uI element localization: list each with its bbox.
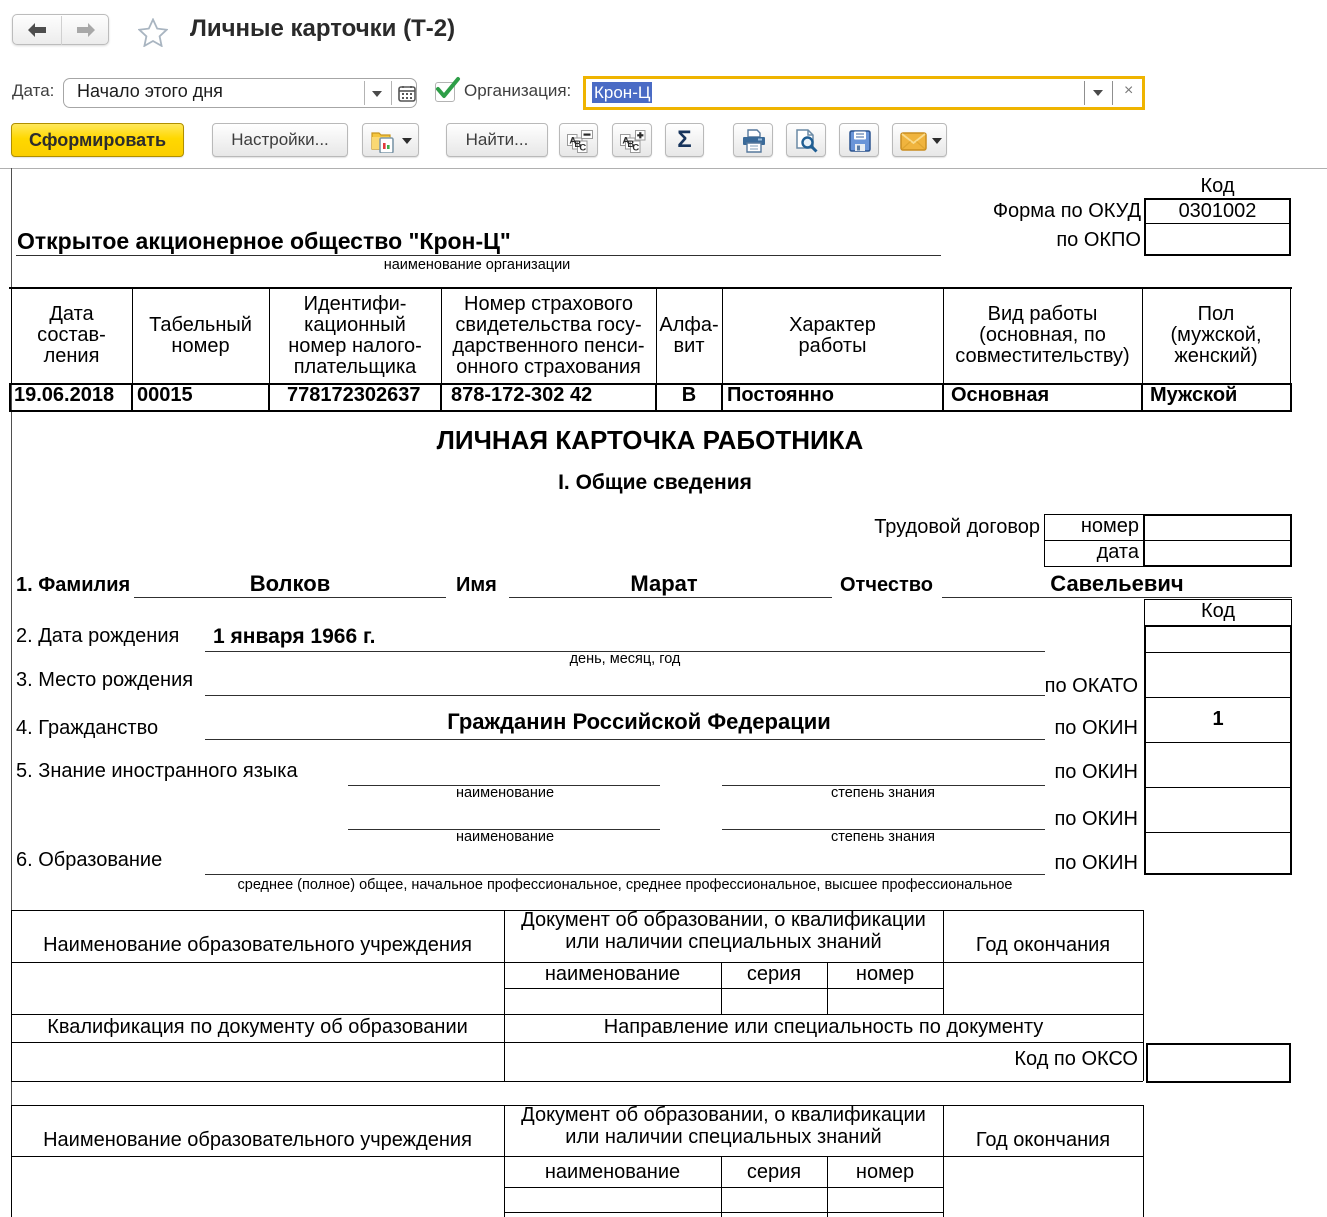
svg-text:C: C <box>632 142 639 153</box>
svg-text:C: C <box>579 142 586 153</box>
